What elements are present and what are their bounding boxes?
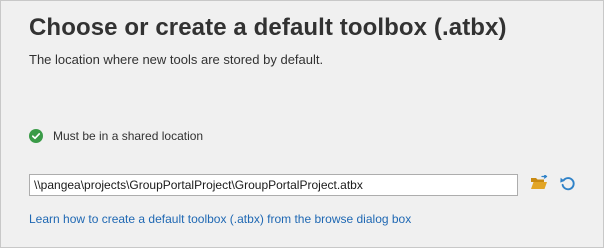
reset-button[interactable] xyxy=(557,174,579,196)
status-text: Must be in a shared location xyxy=(53,129,204,143)
reset-icon xyxy=(559,174,577,197)
browse-button[interactable] xyxy=(528,173,550,196)
check-circle-icon xyxy=(29,129,43,143)
status-message: Must be in a shared location xyxy=(29,127,203,145)
help-link[interactable]: Learn how to create a default toolbox (.… xyxy=(29,212,411,226)
toolbox-path-input[interactable] xyxy=(29,174,518,196)
toolbox-settings-panel: Choose or create a default toolbox (.atb… xyxy=(0,0,604,248)
page-subtitle: The location where new tools are stored … xyxy=(29,52,324,67)
page-title: Choose or create a default toolbox (.atb… xyxy=(29,14,507,41)
folder-open-icon xyxy=(530,173,548,196)
